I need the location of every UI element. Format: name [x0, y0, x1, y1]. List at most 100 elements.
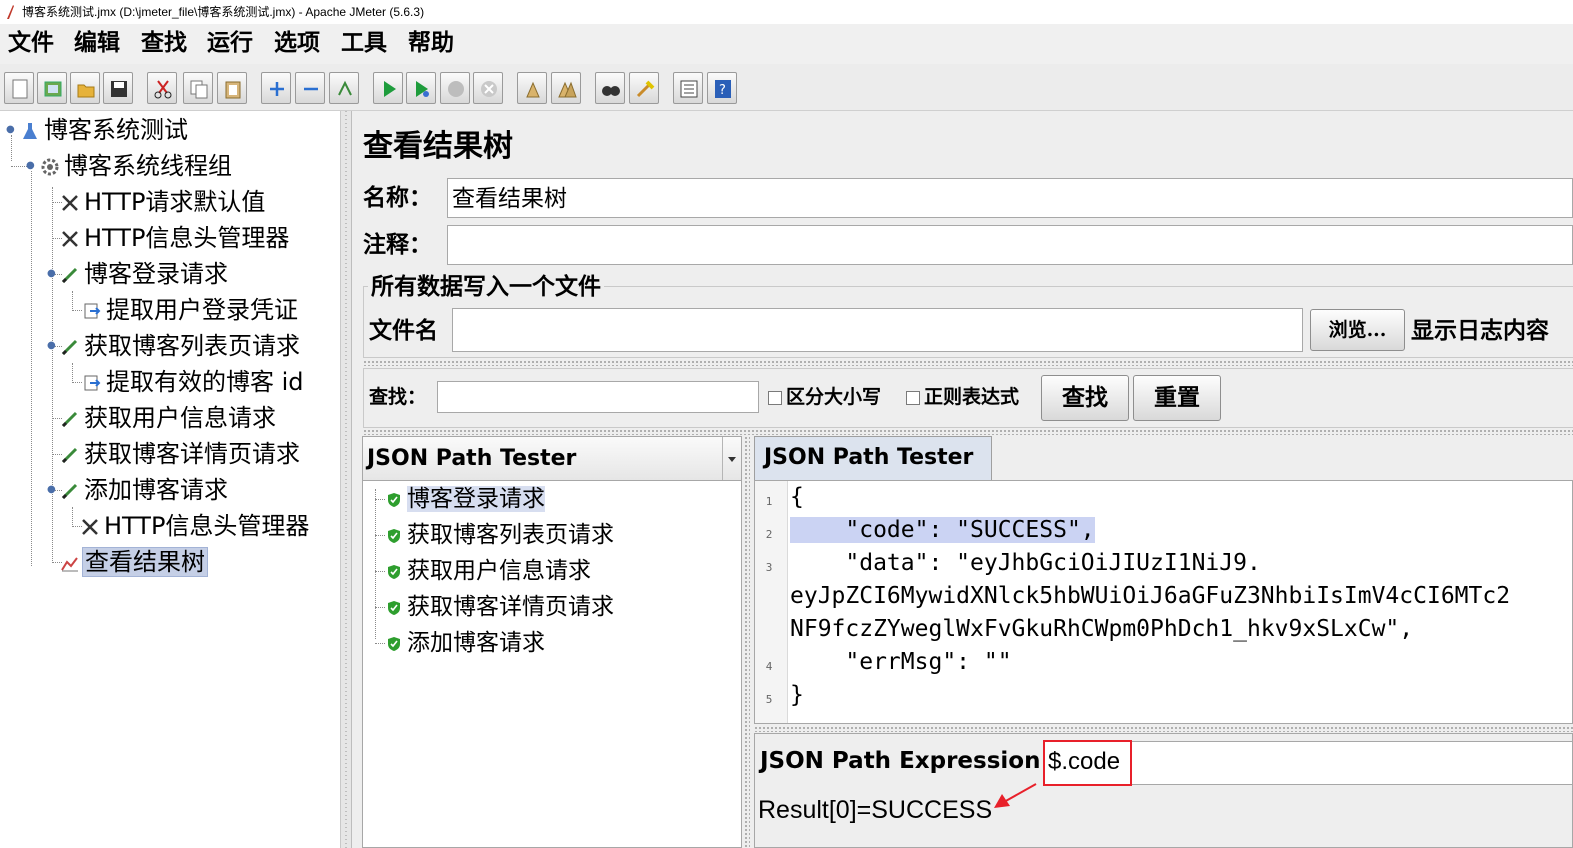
open-button[interactable]	[70, 72, 100, 104]
tree-item-header-manager-2[interactable]: HTTP信息头管理器	[80, 509, 311, 543]
comment-label: 注释：	[363, 231, 432, 258]
new-icon	[12, 79, 28, 99]
response-json-viewer[interactable]: 1 2 3 4 5 { "code": "SUCCESS", "data": "…	[754, 480, 1573, 724]
result-item[interactable]: 获取用户信息请求	[387, 554, 591, 588]
copy-button[interactable]	[183, 72, 213, 104]
log-contents-label: 显示日志内容	[1411, 317, 1549, 344]
clear-all-icon	[558, 81, 577, 98]
save-button[interactable]	[103, 72, 133, 104]
result-text: Result[0]=SUCCESS	[758, 796, 993, 824]
split-divider[interactable]	[363, 429, 1573, 435]
expand-icon	[270, 82, 284, 96]
success-shield-icon	[388, 564, 400, 579]
success-shield-icon	[388, 600, 400, 615]
main-splitter[interactable]	[341, 111, 352, 848]
page-title: 查看结果树	[363, 129, 513, 164]
config-element-icon	[82, 519, 98, 535]
search-button[interactable]	[595, 72, 625, 104]
menu-file[interactable]: 文件	[8, 27, 54, 59]
highlighted-match: "code": "SUCCESS",	[790, 517, 1095, 543]
tree-item-blog-list-request[interactable]: 获取博客列表页请求	[60, 329, 302, 363]
collapse-icon	[304, 87, 318, 91]
post-processor-icon	[84, 375, 101, 391]
menu-tools[interactable]: 工具	[341, 27, 387, 59]
case-sensitive-checkbox[interactable]: 区分大小写	[768, 382, 881, 412]
config-element-icon	[62, 231, 78, 247]
annotation-arrow	[994, 783, 1037, 808]
result-item[interactable]: 获取博客详情页请求	[387, 590, 614, 624]
menu-run[interactable]: 运行	[207, 27, 253, 59]
clear-button[interactable]	[517, 72, 547, 104]
tree-item-thread-group[interactable]: 博客系统线程组	[40, 149, 234, 183]
svg-text:?: ?	[719, 83, 726, 98]
function-helper-button[interactable]	[673, 72, 703, 104]
result-item[interactable]: 获取博客列表页请求	[387, 518, 614, 552]
templates-button[interactable]	[37, 72, 67, 104]
toggle-button[interactable]	[329, 72, 359, 104]
filename-field[interactable]	[452, 308, 1303, 352]
new-button[interactable]	[4, 72, 34, 104]
search-icon	[602, 86, 620, 96]
menu-search[interactable]: 查找	[141, 27, 187, 59]
search-input[interactable]	[437, 381, 759, 413]
collapse-all-button[interactable]	[295, 72, 325, 104]
tree-item-login-request[interactable]: 博客登录请求	[60, 257, 230, 291]
expand-handle[interactable]: ●	[47, 485, 56, 495]
shutdown-button[interactable]	[473, 72, 503, 104]
test-plan-tree: ● ● ● ● ● 博客系统测试 博客系统线程组 HTTP请求默认值 HTTP信…	[0, 111, 341, 848]
tree-item-header-manager[interactable]: HTTP信息头管理器	[60, 221, 291, 255]
config-element-icon	[62, 195, 78, 211]
help-button[interactable]: ?	[707, 72, 737, 104]
sampler-icon	[61, 483, 78, 500]
result-item[interactable]: 博客登录请求	[387, 482, 545, 516]
start-button[interactable]	[373, 72, 403, 104]
regex-checkbox[interactable]: 正则表达式	[906, 382, 1019, 412]
tree-item-blog-detail-request[interactable]: 获取博客详情页请求	[60, 437, 302, 471]
browse-button[interactable]: 浏览...	[1310, 309, 1405, 351]
tree-item-view-results-tree[interactable]: 查看结果树	[60, 545, 208, 579]
sampler-icon	[61, 447, 78, 464]
expand-handle[interactable]: ●	[47, 341, 56, 351]
tree-item-http-defaults[interactable]: HTTP请求默认值	[60, 185, 267, 219]
cut-button[interactable]	[147, 72, 177, 104]
tree-item-extract-blog-id[interactable]: 提取有效的博客 id	[82, 365, 306, 399]
tree-item-extract-token[interactable]: 提取用户登录凭证	[82, 293, 300, 327]
menu-edit[interactable]: 编辑	[74, 27, 120, 59]
name-field[interactable]: 查看结果树	[447, 178, 1573, 218]
split-divider[interactable]	[754, 726, 1573, 732]
renderer-select[interactable]: JSON Path Tester	[363, 437, 741, 481]
tree-item-add-blog-request[interactable]: 添加博客请求	[60, 473, 230, 507]
thread-group-icon	[41, 158, 59, 176]
tree-item-test-plan[interactable]: 博客系统测试	[20, 113, 190, 147]
reset-search-button[interactable]	[629, 72, 659, 104]
expand-all-button[interactable]	[261, 72, 291, 104]
templates-icon	[44, 81, 62, 97]
clear-icon	[526, 81, 540, 98]
find-button[interactable]: 查找	[1041, 375, 1129, 421]
stop-button[interactable]	[440, 72, 470, 104]
comment-field[interactable]	[447, 225, 1573, 265]
shutdown-icon	[481, 81, 497, 97]
paste-button[interactable]	[217, 72, 247, 104]
pane-divider[interactable]	[744, 436, 750, 848]
expand-handle[interactable]: ●	[26, 161, 35, 171]
renderer-dropdown-arrow[interactable]	[722, 437, 741, 480]
listener-icon	[61, 557, 78, 572]
json-line: eyJpZCI6MywidXNlck5hbWUiOiJ6aGFuZ3NhbiIs…	[790, 583, 1511, 609]
expand-handle[interactable]: ●	[6, 125, 15, 135]
start-no-pauses-button[interactable]	[406, 72, 436, 104]
reset-button[interactable]: 重置	[1133, 375, 1221, 421]
window-title: 博客系统测试.jmx (D:\jmeter_file\博客系统测试.jmx) -…	[22, 5, 425, 19]
file-section-title: 所有数据写入一个文件	[368, 270, 604, 304]
start-no-pause-icon	[416, 81, 429, 97]
result-item[interactable]: 添加博客请求	[387, 626, 545, 660]
split-divider[interactable]	[363, 360, 1573, 366]
tree-item-user-info-request[interactable]: 获取用户信息请求	[60, 401, 278, 435]
menu-options[interactable]: 选项	[274, 27, 320, 59]
renderer-select-value: JSON Path Tester	[367, 446, 577, 471]
tab-json-path-tester[interactable]: JSON Path Tester	[754, 436, 992, 480]
cut-icon	[154, 80, 172, 99]
clear-all-button[interactable]	[551, 72, 581, 104]
menu-help[interactable]: 帮助	[408, 27, 454, 59]
expand-handle[interactable]: ●	[47, 269, 56, 279]
